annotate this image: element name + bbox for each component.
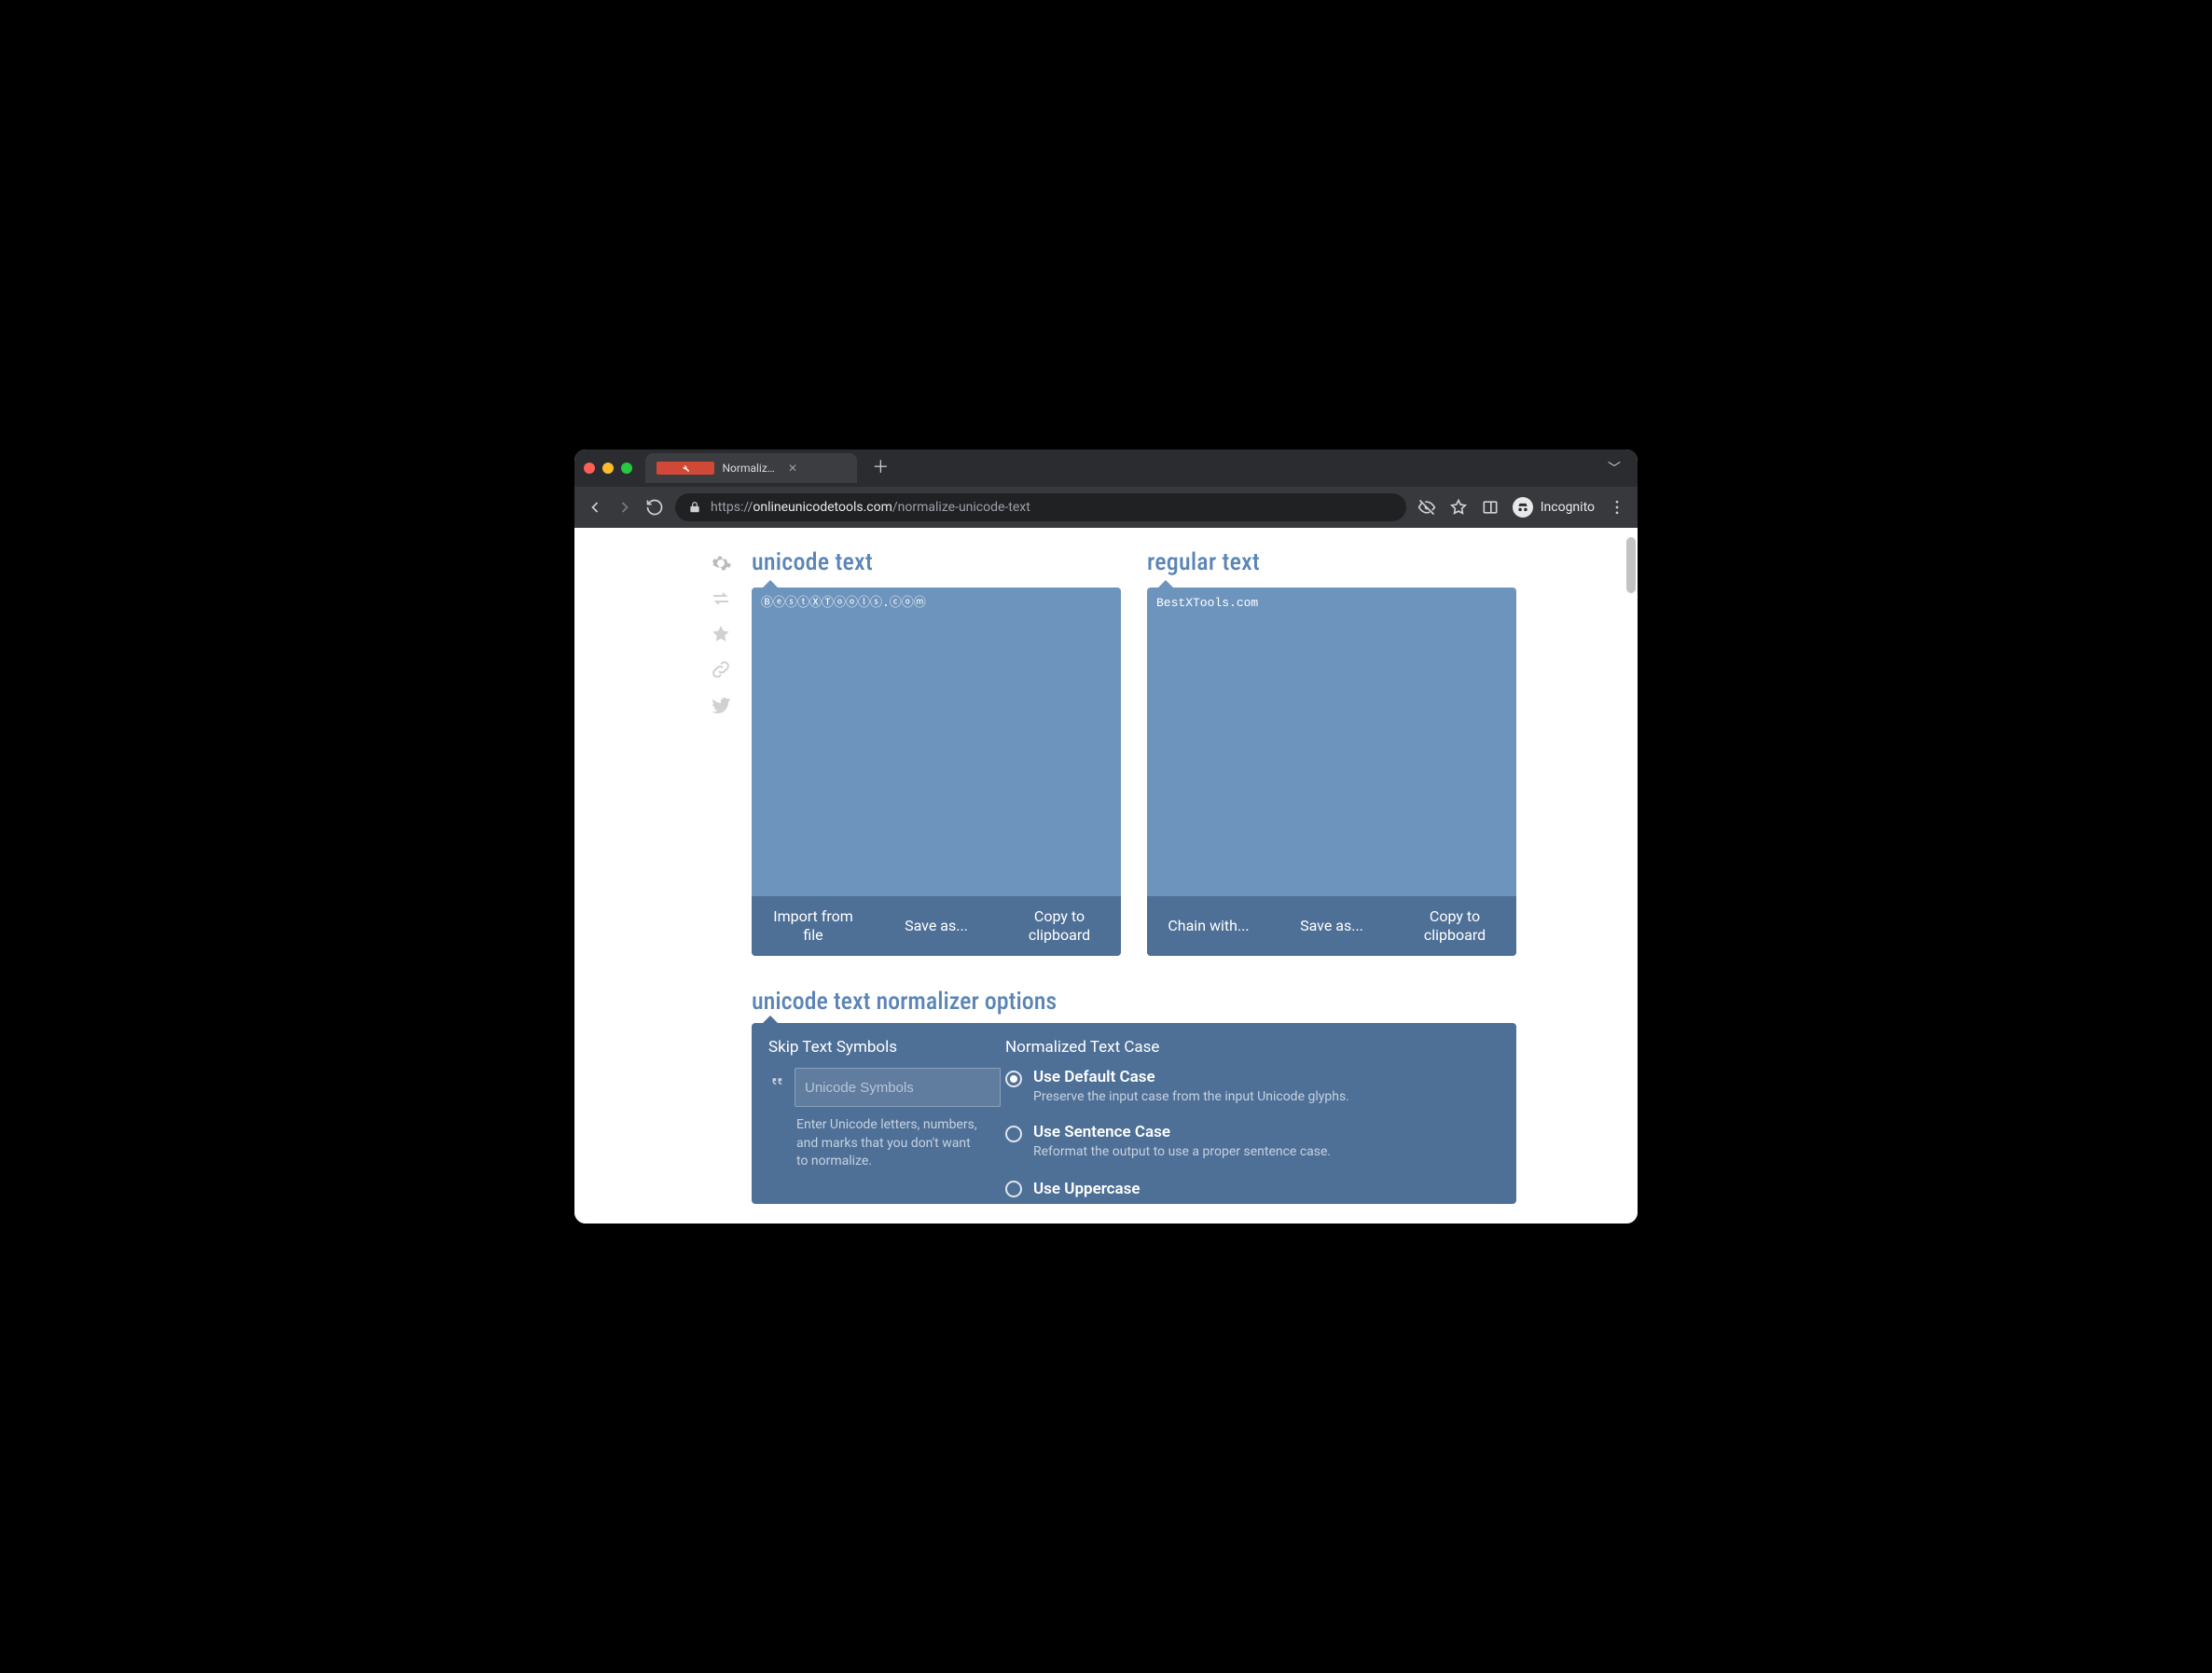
window-close-button[interactable] — [584, 463, 595, 474]
import-button[interactable]: Import from file — [752, 896, 875, 956]
twitter-icon[interactable] — [710, 694, 732, 716]
forward-button[interactable] — [615, 498, 634, 517]
save-button[interactable]: Save as... — [1270, 896, 1393, 956]
incognito-label: Incognito — [1541, 500, 1595, 515]
new-tab-button[interactable]: ＋ — [863, 460, 898, 477]
radio-default-case[interactable]: Use Default Case Preserve the input case… — [1005, 1068, 1500, 1106]
tab-title: Normalize Unicode Text - Onlin — [722, 462, 780, 475]
gear-icon[interactable] — [710, 552, 732, 574]
radio-uppercase[interactable]: Use Uppercase — [1005, 1178, 1500, 1198]
input-textarea[interactable] — [752, 588, 1121, 896]
options-section: unicode text normalizer options Skip Tex… — [752, 988, 1516, 1204]
skip-symbols-group: Skip Text Symbols Enter Unicode letters,… — [768, 1038, 983, 1198]
incognito-icon — [1513, 497, 1533, 518]
options-heading: unicode text normalizer options — [752, 988, 1516, 1016]
radio-icon — [1005, 1126, 1022, 1142]
address-bar: https://onlineunicodetools.com/normalize… — [574, 487, 1638, 528]
lock-icon — [688, 501, 701, 514]
page-body: unicode text Import from file Save as...… — [574, 528, 1638, 1224]
save-button[interactable]: Save as... — [875, 896, 998, 956]
pointer-icon — [1158, 580, 1173, 588]
close-icon[interactable]: ✕ — [788, 462, 846, 475]
window-minimize-button[interactable] — [602, 463, 614, 474]
pointer-icon — [763, 580, 778, 588]
output-text[interactable]: BestXTools.com — [1147, 588, 1516, 896]
eye-off-icon[interactable] — [1417, 498, 1436, 517]
chain-button[interactable]: Chain with... — [1147, 896, 1270, 956]
browser-tab[interactable]: Normalize Unicode Text - Onlin ✕ — [645, 453, 857, 483]
star-icon[interactable] — [1449, 498, 1468, 517]
radio-sentence-case[interactable]: Use Sentence Case Reformat the output to… — [1005, 1123, 1500, 1161]
scrollbar[interactable] — [1623, 528, 1638, 1224]
panel-icon[interactable] — [1481, 498, 1500, 517]
skip-hint: Enter Unicode letters, numbers, and mark… — [796, 1116, 983, 1171]
wrench-icon — [657, 462, 714, 475]
window-controls — [584, 463, 632, 474]
case-heading: Normalized Text Case — [1005, 1038, 1500, 1057]
back-button[interactable] — [586, 498, 604, 517]
title-bar: Normalize Unicode Text - Onlin ✕ ＋ ﹀ — [574, 449, 1638, 487]
star-icon[interactable] — [710, 623, 732, 645]
quote-icon — [768, 1068, 785, 1094]
reload-button[interactable] — [645, 498, 664, 517]
swap-icon[interactable] — [710, 588, 732, 610]
output-heading: regular text — [1147, 548, 1516, 576]
url-field[interactable]: https://onlineunicodetools.com/normalize… — [675, 493, 1406, 521]
skip-heading: Skip Text Symbols — [768, 1038, 983, 1057]
radio-icon — [1005, 1071, 1022, 1087]
skip-symbols-input[interactable] — [795, 1068, 1001, 1107]
radio-icon — [1005, 1181, 1022, 1197]
input-pane: unicode text Import from file Save as...… — [752, 548, 1121, 956]
copy-button[interactable]: Copy to clipboard — [998, 896, 1121, 956]
kebab-menu-icon[interactable] — [1608, 498, 1626, 517]
pointer-icon — [763, 1016, 778, 1023]
incognito-indicator[interactable]: Incognito — [1513, 497, 1595, 518]
browser-window: Normalize Unicode Text - Onlin ✕ ＋ ﹀ htt… — [574, 449, 1638, 1224]
url-text: https://onlineunicodetools.com/normalize… — [711, 500, 1393, 515]
window-zoom-button[interactable] — [621, 463, 632, 474]
copy-button[interactable]: Copy to clipboard — [1393, 896, 1516, 956]
output-pane: regular text BestXTools.com Chain with..… — [1147, 548, 1516, 956]
case-group: Normalized Text Case Use Default Case Pr… — [1005, 1038, 1500, 1198]
input-heading: unicode text — [752, 548, 1121, 576]
tool-sidebar — [696, 548, 746, 1206]
chevron-down-icon[interactable]: ﹀ — [1600, 459, 1628, 477]
scrollbar-thumb[interactable] — [1626, 537, 1636, 593]
link-icon[interactable] — [710, 658, 732, 681]
